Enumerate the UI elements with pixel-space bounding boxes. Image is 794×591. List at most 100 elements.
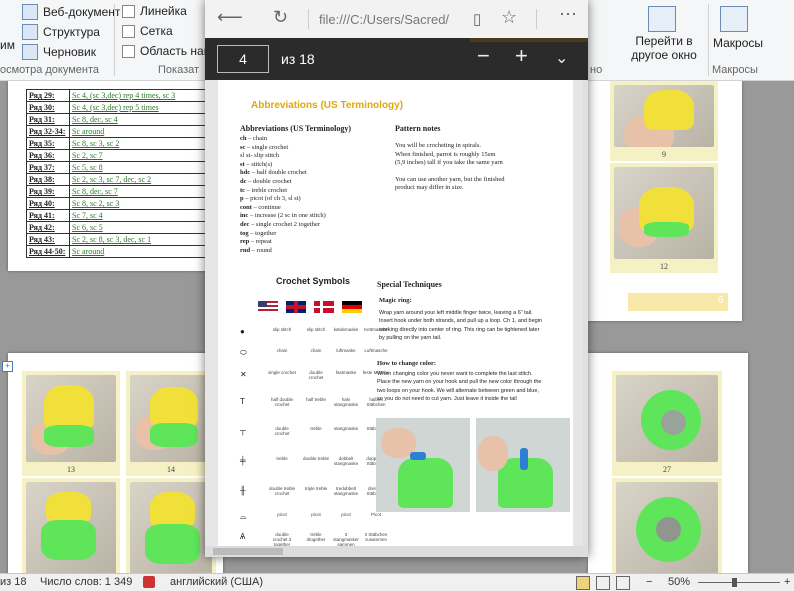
crochet-symbol-icon: ✕ [240,370,247,379]
zoom-in-button[interactable]: + [784,576,790,588]
navigation-check-icon [122,44,135,58]
pdf-vertical-scrollbar[interactable] [583,80,588,546]
ruler-check-icon [122,4,135,18]
show-group-label: Показат [158,64,200,76]
chevron-down-icon[interactable]: ⌄ [555,48,568,70]
page-number-input[interactable]: 4 [217,45,269,73]
zoom-slider[interactable] [698,582,780,583]
zoom-level[interactable]: 50% [668,576,690,588]
table-row: Ряд 30: Sc 4, (sc 3,dec) rep 5 times [26,101,211,114]
outline-label: Структура [43,25,100,39]
row-label: Ряд 35: [26,137,70,150]
proofing-icon[interactable] [143,576,155,588]
status-language[interactable]: английский (США) [170,576,263,588]
crochet-symbol-icon: ⬭ [240,348,247,357]
symbol-term: triple treble [304,486,328,491]
table-row: Ряд 41: Sc 7, sc 4 [26,209,211,222]
symbol-term: double crochet 3 together [272,532,292,546]
symbol-term: half treble [306,397,326,402]
row-instruction: Sc around [69,245,211,258]
photo-27: 27 [612,371,722,476]
macros-icon[interactable] [720,6,748,32]
crochet-symbol-icon: ┬ [240,426,246,435]
symbol-term: dobbelt stangmaske [333,456,359,466]
zoom-out-icon[interactable]: − [477,45,490,67]
notes-heading: Pattern notes [395,124,441,133]
status-pages[interactable]: из 18 [0,576,26,588]
symbol-row: Ѧdouble crochet 3 together treble 3togeth… [234,532,387,546]
outline-button[interactable]: Структура [22,24,100,40]
web-layout-button[interactable]: Веб-документ [22,4,120,20]
print-layout-icon[interactable] [596,576,610,590]
draft-button[interactable]: Черновик [22,44,96,60]
crochet-symbol-icon: ╫ [240,486,246,495]
photo-color-change-2 [476,418,570,512]
zoom-slider-thumb[interactable] [732,578,737,587]
photo-number: 12 [660,262,668,271]
germany-flag-icon [342,301,362,313]
web-layout-view-icon[interactable] [616,576,630,590]
special-heading: Special Techniques [377,280,442,289]
switch-windows-button[interactable]: Перейти в другое окно [622,34,706,62]
document-page-lower-right: 27 [588,353,748,573]
symbol-term: single crochet [268,370,296,375]
text-line: tog – together [240,229,277,237]
row-instruction: Sc 2, sc 8, sc 3, dec, sc 1 [69,233,211,246]
row-instruction: Sc around [69,125,211,138]
row-instruction: Sc 4, (sc 3,dec) rep 5 times [69,101,211,114]
refresh-icon[interactable]: ↻ [273,7,288,28]
text-line: When changing color you never want to co… [377,371,533,377]
table-move-handle-icon[interactable]: + [2,361,13,372]
back-arrow-icon[interactable]: ⟵ [217,7,243,28]
url-text[interactable]: file:///C:/Users/Sacred/ [319,12,449,27]
symbol-row: ┬double crochettreblestangmaskeStäbchen [234,426,386,444]
gridlines-checkbox[interactable]: Сетка [122,24,173,38]
symbol-term: tredobbelt stangmaske [333,486,359,496]
scroll-thumb[interactable] [213,548,283,555]
navigation-pane-checkbox[interactable]: Область нави [122,44,217,58]
macros-button[interactable]: Макросы [708,36,768,50]
text-line: p – picot (of ch 3, sl st) [240,195,301,203]
reading-view-icon[interactable]: ▯ [473,10,481,28]
photo-number: 9 [662,150,666,159]
rows-table: Ряд 29: Sc 4, (sc 3,dec) rep 4 times, sc … [26,89,211,258]
text-line: working directly into center of ring. Th… [379,326,540,333]
table-row: Ряд 40: Sc 8, sc 2, sc 3 [26,197,211,210]
pdf-horizontal-scrollbar[interactable] [205,546,588,557]
text-line: (5,9 inches) tall if you take the same y… [395,159,503,167]
symbol-term: treble [310,426,322,431]
pdf-viewport[interactable]: Abbreviations (US Terminology) Abbreviat… [205,80,588,546]
text-line: sl st- slip stitch [240,152,280,160]
ruler-label: Линейка [140,4,187,18]
favorite-star-icon[interactable]: ☆ [501,7,517,28]
row-instruction: Sc 8, sc 3, sc 2 [69,137,211,150]
table-row: Ряд 38: Sc 2, sc 3, sc 7, dec, sc 2 [26,173,211,186]
switch-windows-icon[interactable] [648,6,676,32]
photo-12: 12 [610,163,718,273]
web-layout-label: Веб-документ [43,5,121,19]
crochet-symbol-icon: T [240,397,245,406]
symbol-term: fastmaske [335,370,357,375]
read-mode-icon[interactable] [576,576,590,590]
page-count: из 18 [281,51,315,67]
crochet-symbol-icon: ╪ [240,456,246,465]
ruler-checkbox[interactable]: Линейка [122,4,187,18]
symbol-term: 3 Stäbchen zusammen [364,532,388,542]
table-row: Ряд 44-50: Sc around [26,245,211,258]
outline-icon [22,24,38,40]
status-word-count[interactable]: Число слов: 1 349 [40,576,132,588]
background-strip [470,38,588,42]
row-label: Ряд 44-50: [26,245,70,258]
more-menu-icon[interactable]: ⋯ [559,4,577,25]
page-number-bar [628,293,728,311]
zoom-in-icon[interactable]: + [515,45,528,67]
symbol-row: ⬭ chain chain luftmaske Luftmasche [234,348,388,366]
row-instruction: Sc 4, (sc 3,dec) rep 4 times, sc 3 [69,89,211,102]
photo-9: 9 [610,81,718,161]
photo-28 [612,478,722,573]
macros-group-label: Макросы [712,64,758,76]
zoom-out-button[interactable]: − [646,576,652,588]
row-instruction: Sc 2, sc 3, sc 7, dec, sc 2 [69,173,211,186]
text-line: two loops on your hook. We will alternat… [377,387,539,394]
text-line [395,168,565,176]
